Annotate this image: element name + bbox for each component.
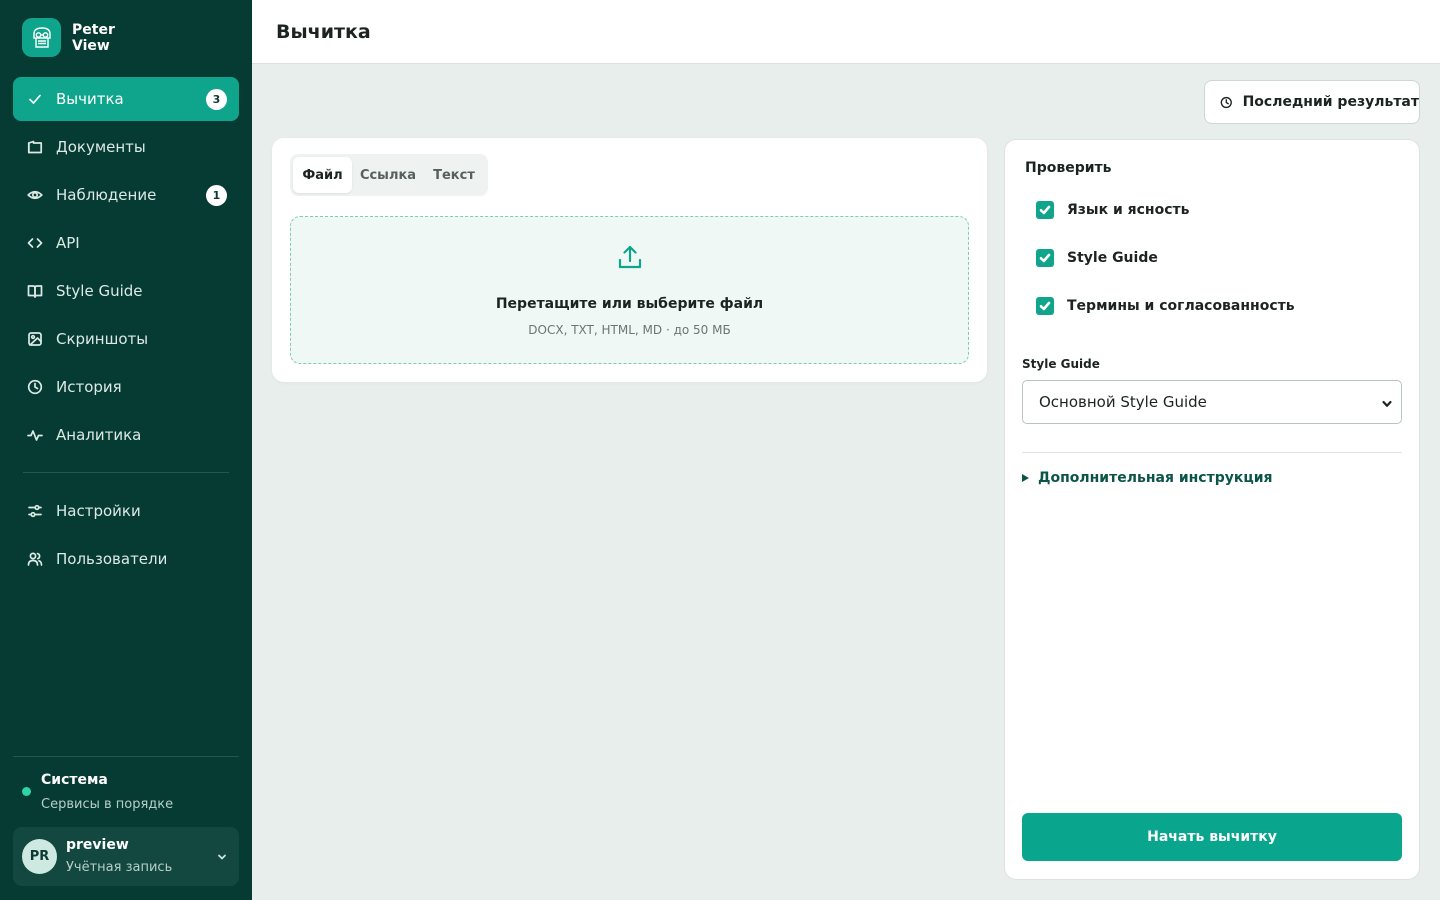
- source-tabs: Файл Ссылка Текст: [290, 154, 488, 196]
- brand-name-line2: View: [72, 37, 110, 54]
- brand[interactable]: Peter View: [22, 18, 115, 57]
- top-bar: Вычитка: [252, 0, 1440, 64]
- sidebar-item-style-guide[interactable]: Style Guide: [13, 269, 239, 313]
- account-name: preview: [66, 837, 129, 853]
- check-label: Термины и согласованность: [1067, 298, 1295, 314]
- sidebar-item-label: Документы: [56, 138, 146, 156]
- sidebar-item-label: Скриншоты: [56, 330, 149, 348]
- dropzone-hint: DOCX, TXT, HTML, MD · до 50 МБ: [528, 323, 731, 337]
- sidebar-item-badge: 1: [206, 185, 227, 206]
- brand-name: Peter View: [72, 22, 115, 54]
- sidebar-item-screenshots[interactable]: Скриншоты: [13, 317, 239, 361]
- sidebar-item-monitoring[interactable]: Наблюдение 1: [13, 173, 239, 217]
- sidebar-item-settings[interactable]: Настройки: [13, 489, 239, 533]
- check-options-card: Проверить Язык и ясность Style Guide Тер…: [1004, 139, 1420, 880]
- sidebar-item-label: Аналитика: [56, 426, 142, 444]
- extra-instruction-label: Дополнительная инструкция: [1038, 470, 1273, 486]
- start-proofreading-button[interactable]: Начать вычитку: [1022, 813, 1402, 861]
- sidebar-item-label: API: [56, 234, 80, 252]
- sidebar-divider: [23, 472, 229, 473]
- style-guide-label: Style Guide: [1022, 357, 1100, 371]
- tab-link[interactable]: Ссылка: [354, 157, 422, 193]
- clock-icon: [1220, 96, 1232, 108]
- check-language-clarity[interactable]: Язык и ясность: [1036, 200, 1189, 220]
- check-style-guide[interactable]: Style Guide: [1036, 248, 1158, 268]
- check-label: Язык и ясность: [1067, 202, 1190, 218]
- sidebar-divider: [13, 756, 239, 757]
- sidebar-item-history[interactable]: История: [13, 365, 239, 409]
- users-icon: [27, 551, 43, 567]
- folder-icon: [27, 139, 43, 155]
- triangle-right-icon: [1022, 474, 1029, 482]
- sidebar-item-users[interactable]: Пользователи: [13, 537, 239, 581]
- check-icon: [1039, 205, 1051, 215]
- file-dropzone[interactable]: Перетащите или выберите файл DOCX, TXT, …: [290, 216, 969, 364]
- chevron-down-icon: [1381, 396, 1393, 408]
- sidebar-nav: Вычитка 3 Документы Наблюдение 1 API Sty…: [13, 77, 239, 585]
- checkbox-checked[interactable]: [1036, 249, 1054, 267]
- system-status-text: Сервисы в порядке: [41, 797, 174, 812]
- checkbox-checked[interactable]: [1036, 201, 1054, 219]
- sidebar-item-label: Пользователи: [56, 550, 168, 568]
- avatar: PR: [22, 839, 57, 874]
- brand-name-line1: Peter: [72, 21, 115, 38]
- check-icon: [1039, 301, 1051, 311]
- tab-text[interactable]: Текст: [424, 157, 484, 193]
- chevron-down-icon: [215, 849, 229, 863]
- sidebar-item-documents[interactable]: Документы: [13, 125, 239, 169]
- checkbox-checked[interactable]: [1036, 297, 1054, 315]
- sidebar-item-label: Наблюдение: [56, 186, 157, 204]
- upload-icon: [616, 243, 644, 271]
- sidebar-item-label: Настройки: [56, 502, 141, 520]
- style-guide-selected-value: Основной Style Guide: [1039, 393, 1207, 411]
- code-icon: [27, 235, 43, 251]
- sliders-icon: [27, 503, 43, 519]
- style-guide-select[interactable]: Основной Style Guide: [1022, 380, 1402, 424]
- check-icon: [1039, 253, 1051, 263]
- check-label: Style Guide: [1067, 250, 1158, 266]
- sidebar-item-label: Style Guide: [56, 282, 143, 300]
- page-title: Вычитка: [276, 21, 371, 43]
- system-title: Система: [41, 772, 108, 788]
- status-dot: [22, 787, 31, 796]
- upload-card: Файл Ссылка Текст Перетащите или выберит…: [272, 138, 987, 382]
- sidebar-item-api[interactable]: API: [13, 221, 239, 265]
- checks-title: Проверить: [1025, 160, 1112, 176]
- account-subtitle: Учётная запись: [66, 860, 173, 875]
- check-icon: [27, 91, 43, 107]
- activity-icon: [27, 427, 43, 443]
- sidebar-item-analytics[interactable]: Аналитика: [13, 413, 239, 457]
- sidebar-item-badge: 3: [206, 89, 227, 110]
- extra-instruction-toggle[interactable]: Дополнительная инструкция: [1022, 470, 1273, 486]
- sidebar-item-label: История: [56, 378, 122, 396]
- sidebar: Peter View Вычитка 3 Документы Наблюдени…: [0, 0, 252, 900]
- divider: [1022, 452, 1402, 453]
- last-result-button[interactable]: Последний результат: [1204, 80, 1420, 124]
- clock-icon: [27, 379, 43, 395]
- dropzone-title: Перетащите или выберите файл: [495, 296, 764, 312]
- eye-icon: [27, 187, 43, 203]
- account-menu[interactable]: PR preview Учётная запись: [13, 827, 239, 886]
- brand-logo-icon: [22, 18, 61, 57]
- book-icon: [27, 283, 43, 299]
- tab-file[interactable]: Файл: [293, 157, 352, 193]
- sidebar-item-label: Вычитка: [56, 90, 124, 108]
- check-terms-consistency[interactable]: Термины и согласованность: [1036, 296, 1295, 316]
- sidebar-item-proofreading[interactable]: Вычитка 3: [13, 77, 239, 121]
- image-icon: [27, 331, 43, 347]
- last-result-label: Последний результат: [1242, 94, 1419, 110]
